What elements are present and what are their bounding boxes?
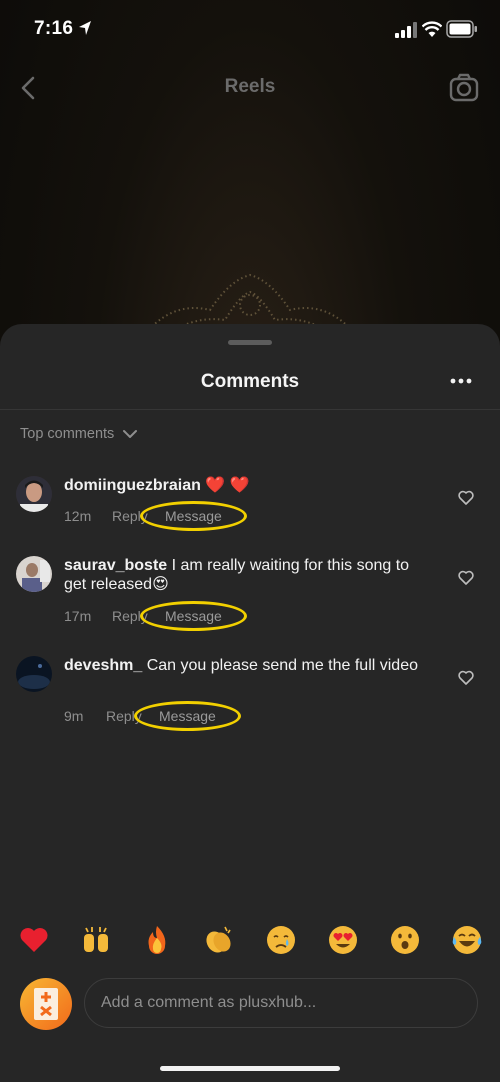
crying-face-emoji-icon[interactable]: [265, 924, 297, 956]
page-title: Reels: [224, 76, 276, 97]
header-divider: [0, 409, 500, 410]
comment-body: ❤️ ❤️: [200, 477, 250, 494]
status-time: 7:16: [34, 18, 74, 39]
reels-screen: 7:16 Reels Comments Top comments domiing…: [0, 0, 500, 1082]
battery-icon: [446, 20, 477, 38]
comment-body: Can you please send me the full video: [142, 657, 418, 674]
comment-text: saurav_boste I am really waiting for thi…: [64, 556, 434, 594]
comment-text: domiinguezbraian ❤️ ❤️: [64, 476, 434, 495]
message-button[interactable]: Message: [140, 501, 247, 531]
comment-username[interactable]: deveshm_: [64, 657, 142, 674]
comment-meta: 9m Reply Message: [64, 701, 241, 731]
message-button[interactable]: Message: [134, 701, 241, 731]
status-bar: 7:16: [0, 0, 500, 60]
surprised-face-emoji-icon[interactable]: [389, 924, 421, 956]
comment-username[interactable]: saurav_boste: [64, 557, 167, 574]
raising-hands-emoji-icon[interactable]: [80, 924, 112, 956]
fire-emoji-icon[interactable]: [141, 924, 173, 956]
like-heart-icon[interactable]: [458, 570, 474, 585]
avatar-photo: [16, 656, 52, 692]
comments-sheet: Comments Top comments domiinguezbraian ❤…: [0, 324, 500, 1082]
comment-text: deveshm_ Can you please send me the full…: [64, 656, 434, 675]
avatar[interactable]: [16, 476, 52, 512]
comment-meta: 12m Reply Message: [64, 501, 247, 531]
more-options-icon[interactable]: [450, 376, 472, 386]
sheet-grabber[interactable]: [228, 340, 272, 345]
my-avatar[interactable]: [20, 978, 72, 1030]
avatar-photo: [16, 476, 52, 512]
like-heart-icon[interactable]: [458, 670, 474, 685]
heart-emoji-icon[interactable]: [18, 924, 50, 956]
chevron-down-icon: [123, 430, 138, 438]
location-arrow-icon: [79, 21, 91, 35]
message-button[interactable]: Message: [140, 601, 247, 631]
avatar[interactable]: [16, 556, 52, 592]
comment-input[interactable]: [84, 978, 478, 1028]
sort-dropdown[interactable]: Top comments: [20, 426, 138, 442]
like-heart-icon[interactable]: [458, 490, 474, 505]
avatar-photo: [16, 556, 52, 592]
quick-reaction-bar: [0, 900, 500, 954]
home-indicator[interactable]: [160, 1066, 340, 1071]
sort-label: Top comments: [20, 426, 115, 442]
heart-eyes-emoji-icon[interactable]: [327, 924, 359, 956]
comment-time: 17m: [64, 608, 92, 624]
reels-header: Reels: [0, 66, 500, 110]
comment-time: 12m: [64, 508, 92, 524]
cellular-signal-icon: [395, 22, 417, 38]
profile-logo-icon: [34, 988, 58, 1020]
tears-of-joy-emoji-icon[interactable]: [451, 924, 483, 956]
comment-time: 9m: [64, 708, 84, 724]
comment-meta: 17m Reply Message: [64, 601, 247, 631]
camera-icon[interactable]: [448, 72, 480, 104]
comment-username[interactable]: domiinguezbraian: [64, 477, 201, 494]
comment-composer: [0, 972, 500, 1036]
avatar[interactable]: [16, 656, 52, 692]
sheet-title: Comments: [200, 371, 300, 392]
clapping-emoji-icon[interactable]: [203, 924, 235, 956]
wifi-icon: [422, 21, 442, 37]
